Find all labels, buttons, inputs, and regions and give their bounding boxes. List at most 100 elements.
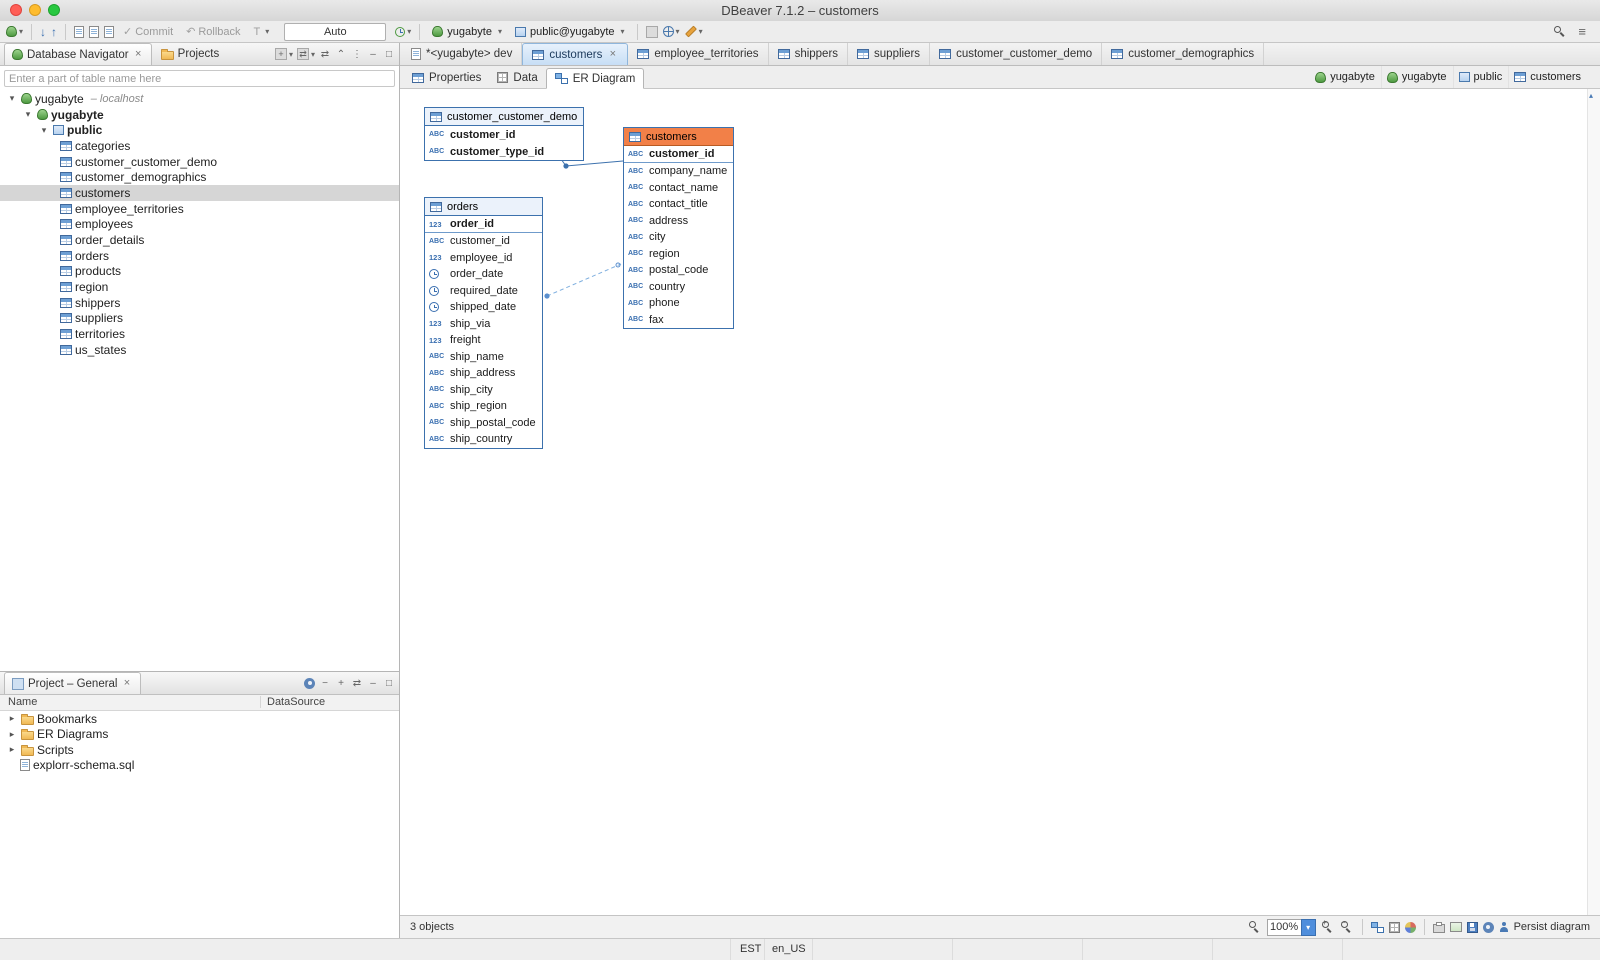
zoom-out-icon[interactable] <box>1340 920 1354 934</box>
refresh-icon[interactable]: ⇄ <box>351 678 363 689</box>
connect-icon[interactable]: ⇄ <box>297 48 315 60</box>
entity-column[interactable]: phone <box>624 295 733 312</box>
refresh-schedule-button[interactable] <box>395 27 411 37</box>
project-item-scripts[interactable]: Scripts <box>0 742 399 758</box>
entity-column[interactable]: shipped_date <box>425 299 542 316</box>
entity-column[interactable]: postal_code <box>624 262 733 279</box>
tree-item-table[interactable]: orders <box>0 248 399 264</box>
rollback-button[interactable]: ↶Rollback <box>182 24 244 39</box>
editor-tab-suppliers[interactable]: suppliers <box>848 43 930 65</box>
tree-item-table[interactable]: suppliers <box>0 311 399 327</box>
editor-tab-customer-customer-demo[interactable]: customer_customer_demo <box>930 43 1102 65</box>
tree-item-table[interactable]: categories <box>0 138 399 154</box>
minimize-view-icon[interactable]: – <box>367 49 379 60</box>
entity-column[interactable]: company_name <box>624 163 733 180</box>
add-icon[interactable]: + <box>335 678 347 689</box>
entity-column[interactable]: ship_country <box>425 431 542 448</box>
arrange-diagram-icon[interactable] <box>1371 922 1384 933</box>
expand-arrow-icon[interactable] <box>6 93 18 104</box>
print-icon[interactable] <box>1433 924 1445 933</box>
expand-arrow-icon[interactable] <box>38 125 50 136</box>
zoom-icon[interactable] <box>1248 920 1262 934</box>
export-data-icon[interactable]: ↑ <box>51 25 57 39</box>
import-data-icon[interactable]: ↓ <box>40 25 46 39</box>
entity-column[interactable]: freight <box>425 332 542 349</box>
persist-diagram-label[interactable]: Persist diagram <box>1514 921 1590 933</box>
diagram-style-icon[interactable] <box>1405 922 1416 933</box>
tab-database-navigator[interactable]: Database Navigator <box>4 43 152 65</box>
zoom-level-combo[interactable]: 100% ▾ <box>1267 919 1316 936</box>
expand-arrow-icon[interactable] <box>6 744 18 755</box>
breadcrumb-connection[interactable]: yugabyte <box>1310 66 1380 88</box>
search-icon[interactable] <box>1553 25 1567 39</box>
close-icon[interactable] <box>607 49 618 60</box>
entity-column[interactable]: ship_region <box>425 398 542 415</box>
breadcrumb-database[interactable]: yugabyte <box>1381 66 1452 88</box>
editor-tab-shippers[interactable]: shippers <box>769 43 848 65</box>
column-header-name[interactable]: Name <box>8 696 37 708</box>
quick-access-menu-icon[interactable]: ≡ <box>1578 24 1586 39</box>
subtab-data[interactable]: Data <box>489 67 545 88</box>
export-image-icon[interactable] <box>1450 922 1462 932</box>
new-connection-button[interactable] <box>6 26 23 37</box>
tree-item-table[interactable]: shippers <box>0 295 399 311</box>
maximize-view-icon[interactable]: □ <box>383 678 395 689</box>
entity-column[interactable]: ship_via <box>425 316 542 333</box>
transaction-mode-button[interactable]: T <box>250 25 274 39</box>
entity-header[interactable]: customer_customer_demo <box>425 108 583 126</box>
entity-column[interactable]: customer_id <box>425 126 583 143</box>
vertical-scrollbar[interactable]: ▴ <box>1587 89 1600 915</box>
active-connection-combo[interactable]: yugabyte <box>428 25 506 39</box>
breadcrumb-schema[interactable]: public <box>1453 66 1508 88</box>
sql-editor-icon[interactable] <box>74 26 84 38</box>
breadcrumb-table[interactable]: customers <box>1508 66 1586 88</box>
edit-tools-button[interactable] <box>685 27 703 36</box>
entity-customer-customer-demo[interactable]: customer_customer_demo customer_id custo… <box>424 107 584 161</box>
entity-column[interactable]: ship_postal_code <box>425 415 542 432</box>
editor-tab-customers[interactable]: customers <box>522 43 628 65</box>
table-filter-input[interactable] <box>4 70 395 87</box>
er-diagram-canvas[interactable]: customer_customer_demo customer_id custo… <box>400 89 1600 915</box>
expand-arrow-icon[interactable] <box>6 729 18 740</box>
new-connection-icon[interactable]: + <box>275 48 293 60</box>
entity-column[interactable]: required_date <box>425 283 542 300</box>
editor-tab-employee-territories[interactable]: employee_territories <box>628 43 768 65</box>
project-item-er-diagrams[interactable]: ER Diagrams <box>0 727 399 743</box>
commit-button[interactable]: ✓Commit <box>119 24 177 39</box>
entity-column[interactable]: fax <box>624 312 733 329</box>
tree-item-database[interactable]: yugabyte <box>0 107 399 123</box>
tree-item-schema[interactable]: public <box>0 122 399 138</box>
network-tools-button[interactable] <box>663 26 680 37</box>
collapse-all-icon[interactable]: ⌃ <box>335 49 347 60</box>
open-sql-script-icon[interactable] <box>104 26 114 38</box>
subtab-er-diagram[interactable]: ER Diagram <box>546 68 645 89</box>
maximize-view-icon[interactable]: □ <box>383 49 395 60</box>
entity-column[interactable]: ship_name <box>425 349 542 366</box>
expand-arrow-icon[interactable] <box>6 713 18 724</box>
timezone-status[interactable]: EST <box>740 943 761 955</box>
toggle-grid-icon[interactable] <box>1389 922 1400 933</box>
tree-item-table[interactable]: customer_customer_demo <box>0 154 399 170</box>
tree-item-table[interactable]: products <box>0 264 399 280</box>
new-sql-editor-icon[interactable] <box>89 26 99 38</box>
locale-status[interactable]: en_US <box>772 943 806 955</box>
zoom-dropdown-icon[interactable]: ▾ <box>1301 919 1316 936</box>
view-menu-icon[interactable]: ⋮ <box>351 49 363 60</box>
editor-tab-customer-demographics[interactable]: customer_demographics <box>1102 43 1264 65</box>
entity-header[interactable]: customers <box>624 128 733 146</box>
entity-column[interactable]: customer_id <box>624 146 733 163</box>
tree-item-table[interactable]: order_details <box>0 232 399 248</box>
entity-orders[interactable]: orders order_id customer_id employee_id … <box>424 197 543 449</box>
minimize-view-icon[interactable]: – <box>367 678 379 689</box>
tab-project-general[interactable]: Project – General <box>4 672 141 694</box>
entity-column[interactable]: ship_city <box>425 382 542 399</box>
tab-projects[interactable]: Projects <box>154 43 227 65</box>
persist-diagram-icon[interactable] <box>1499 922 1509 933</box>
settings-gear-icon[interactable] <box>304 678 315 689</box>
diagram-settings-icon[interactable] <box>1483 922 1494 933</box>
scroll-up-icon[interactable]: ▴ <box>1589 91 1593 100</box>
active-schema-combo[interactable]: public@yugabyte <box>511 25 629 39</box>
editor-tab-sql-dev[interactable]: *<yugabyte> dev <box>402 43 522 65</box>
tree-item-table[interactable]: region <box>0 279 399 295</box>
subtab-properties[interactable]: Properties <box>404 67 489 88</box>
